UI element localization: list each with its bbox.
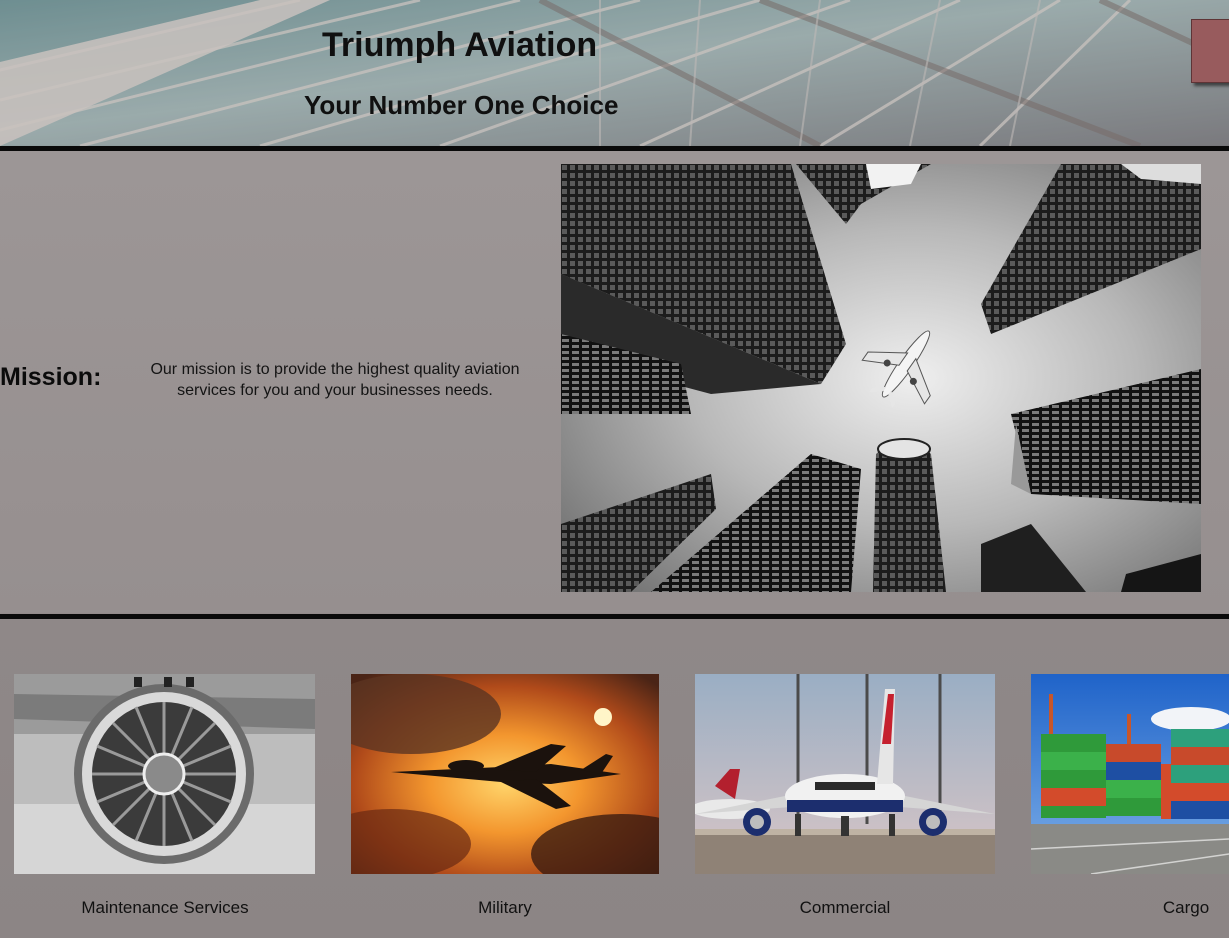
service-card-cargo[interactable]: Cargo [1020,619,1229,938]
site-title: Triumph Aviation [322,26,598,64]
site-header: Triumph Aviation Your Number One Choice [0,0,1229,146]
services-section: Maintenance Services Military Commercial… [0,619,1229,938]
service-label[interactable]: Maintenance Services [0,898,330,918]
menu-button[interactable] [1191,19,1229,83]
mission-image [561,164,1201,592]
fighter-jet-sunset-photo [351,674,659,874]
airplane-over-skyscrapers-photo [561,164,1201,592]
service-label[interactable]: Military [340,898,670,918]
service-card-maintenance[interactable]: Maintenance Services [0,619,340,938]
mission-statement: Our mission is to provide the highest qu… [150,361,520,399]
site-tagline: Your Number One Choice [304,90,619,120]
service-label[interactable]: Commercial [680,898,1010,918]
service-card-military[interactable]: Military [340,619,680,938]
glass-building-banner-image [0,0,1229,146]
service-image[interactable] [695,674,995,874]
service-image[interactable] [351,674,659,874]
mission-heading: Mission: [0,363,102,391]
commercial-airliner-photo [695,674,995,874]
service-label[interactable]: Cargo [1156,898,1216,918]
mission-section: Mission: Our mission is to provide the h… [0,151,1229,614]
service-image[interactable] [1031,674,1229,874]
service-image[interactable] [14,674,315,874]
service-card-commercial[interactable]: Commercial [680,619,1020,938]
shipping-containers-photo [1031,674,1229,874]
jet-engine-photo [14,674,315,874]
